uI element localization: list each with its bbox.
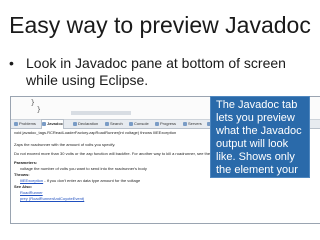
declaration-icon [73,121,77,126]
callout-line: the element your [216,164,298,176]
tab-console[interactable]: Console [129,120,149,128]
servers-icon [183,121,187,126]
callout-line: lets you preview [216,112,295,124]
callout-line: like. Shows only [216,151,295,163]
slide-title: Easy way to preview Javadoc [9,12,311,38]
tab-problems[interactable]: Problems [14,120,36,128]
javadoc-description: Zaps the roadrunner with the amount of v… [14,142,116,147]
search-icon [105,121,109,126]
horizontal-scrollbar[interactable] [71,111,131,115]
code-line: } [37,106,41,113]
bullet-line-2: while using Eclipse. [26,72,149,88]
tab-search[interactable]: Search [105,120,123,128]
see-also-link-prey[interactable]: prey (RoadRunnerAndCoyoteEvent) [20,195,84,203]
code-line: } [31,99,35,106]
problems-icon [14,121,18,126]
javadoc-tip-callout: The Javadoc tab lets you preview what th… [210,96,310,189]
tab-progress[interactable]: Progress [155,120,176,128]
callout-line: output will look [216,138,289,150]
javadoc-warning: Do not exceed more than 30 volts or the … [14,150,228,158]
tab-servers[interactable]: Servers [183,120,202,128]
tab-declaration[interactable]: Declaration [73,120,98,128]
callout-line: cursor is on. [216,177,276,189]
javadoc-signature: void javadoc_tags.RCReadLoaderFactory.za… [14,130,177,135]
throws-entry: IllEException - if you don't enter an da… [20,178,141,183]
callout-line: what the Javadoc [216,125,302,137]
console-icon [129,121,133,126]
param-voltage: voltage the number of volts you want to … [20,166,147,171]
progress-icon [155,121,159,126]
bullet-item: • Look in Javadoc pane at bottom of scre… [9,55,309,89]
bullet-marker: • [9,55,14,71]
tab-javadoc[interactable]: Javadoc [41,119,65,129]
javadoc-icon [42,121,46,126]
bullet-line-1: Look in Javadoc pane at bottom of screen [26,55,286,71]
callout-line: The Javadoc tab [216,99,298,111]
